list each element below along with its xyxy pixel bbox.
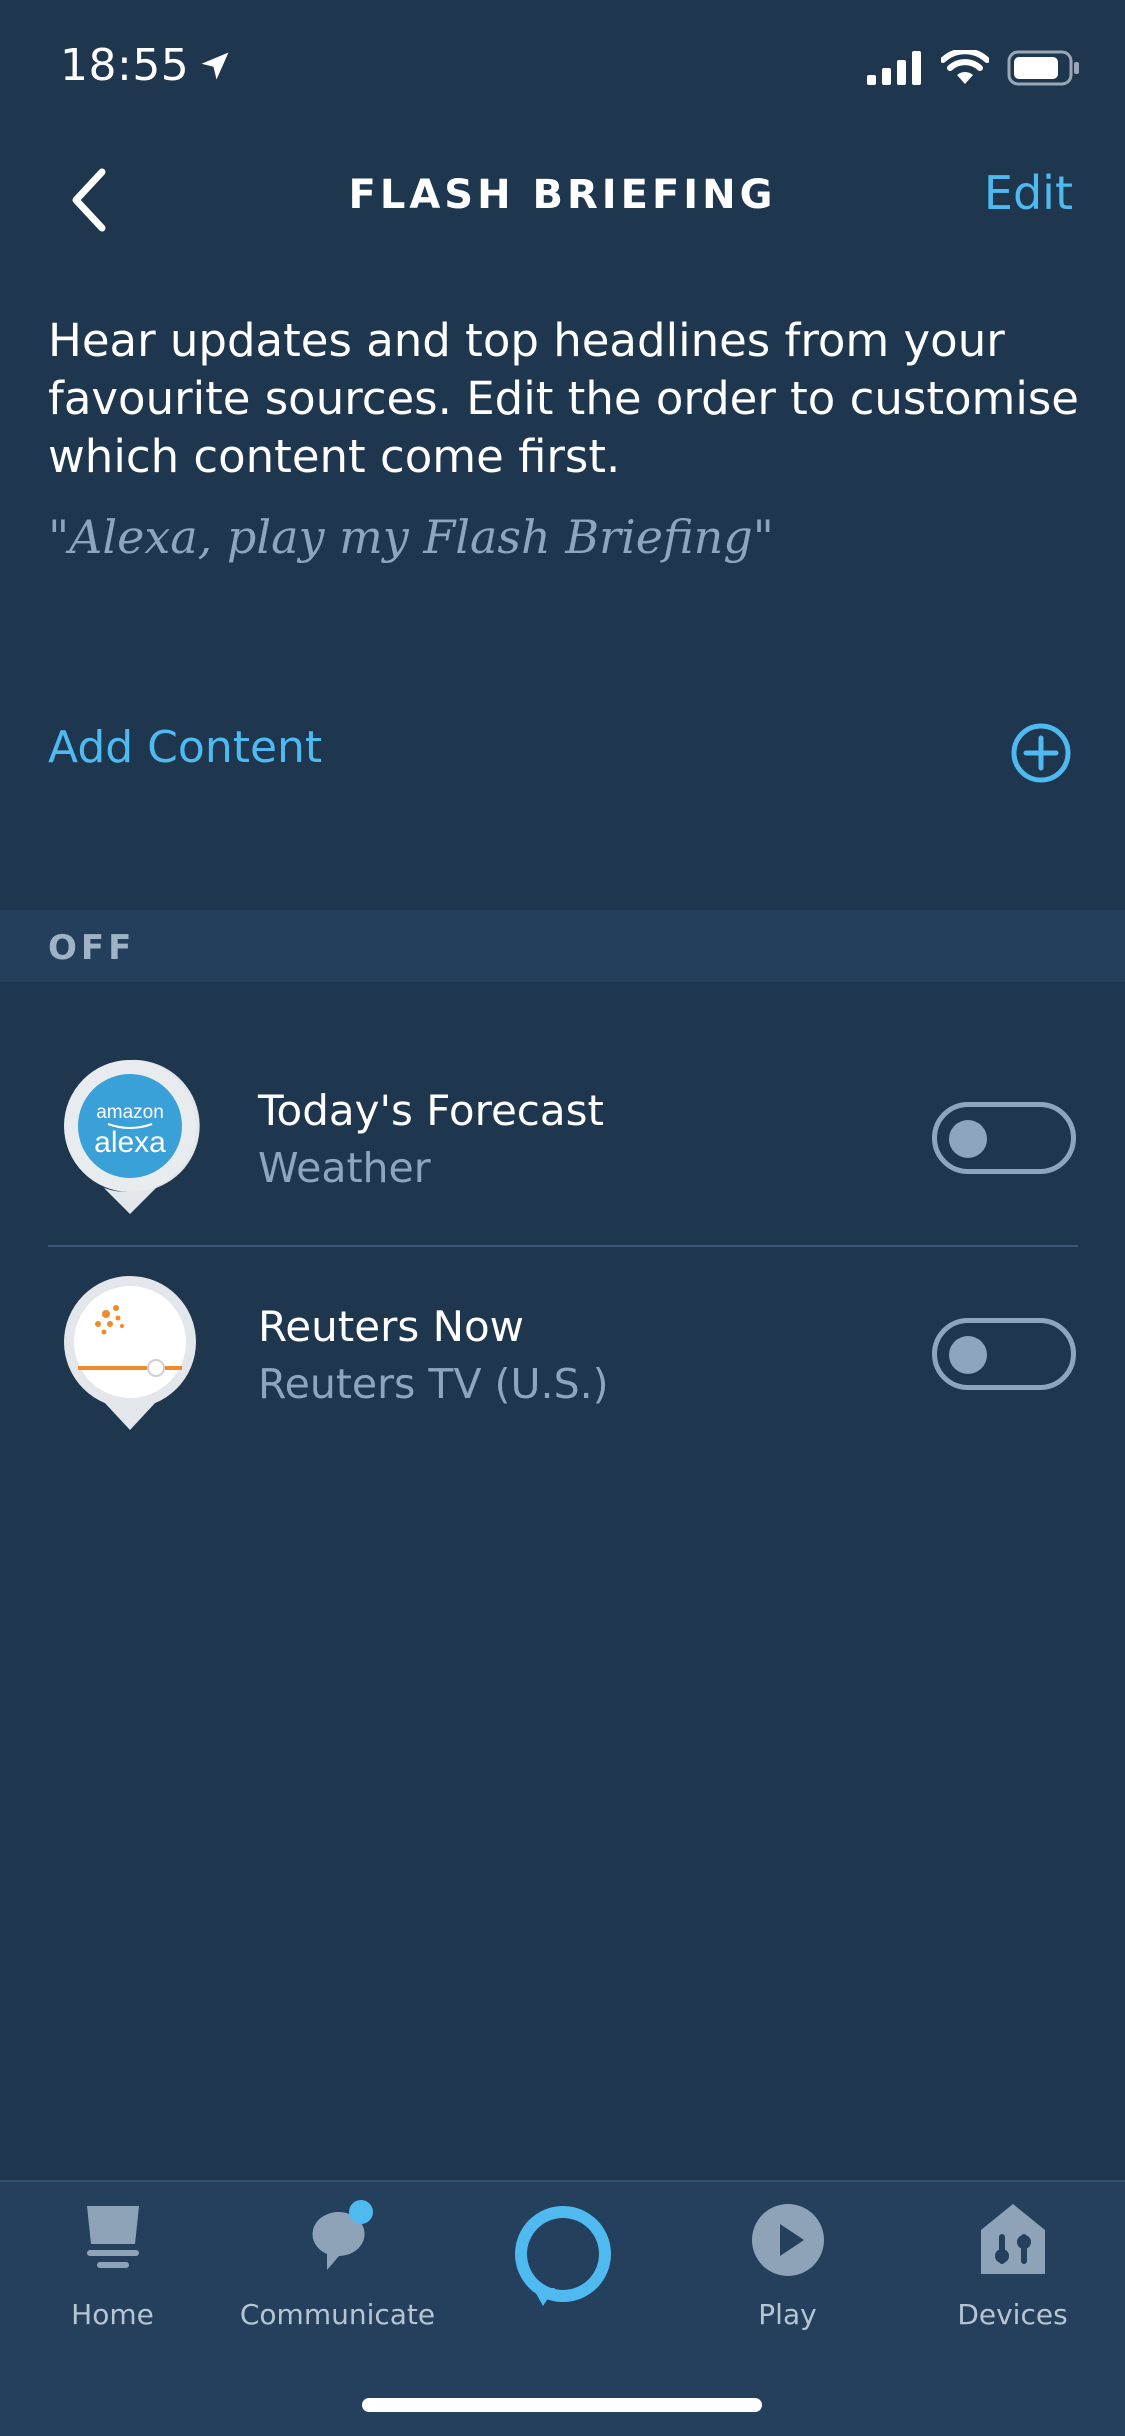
- tab-label: Play: [758, 2298, 817, 2331]
- divider: [48, 1245, 1078, 1247]
- tab-communicate[interactable]: Communicate: [225, 2200, 450, 2331]
- location-arrow-icon: [201, 52, 229, 79]
- list-item[interactable]: amazon alexa Today's Forecast Weather: [0, 1056, 1125, 1272]
- toggle-knob: [949, 1336, 987, 1374]
- tab-label: Devices: [957, 2298, 1068, 2331]
- enable-toggle[interactable]: [932, 1318, 1076, 1390]
- signal-icon: [867, 51, 921, 85]
- tab-label: Home: [71, 2298, 154, 2331]
- status-icons: [867, 50, 1081, 86]
- tab-devices[interactable]: Devices: [900, 2200, 1125, 2331]
- tab-play[interactable]: Play: [675, 2200, 900, 2331]
- item-title: Today's Forecast: [258, 1086, 604, 1135]
- plus-circle-icon[interactable]: [1010, 722, 1072, 784]
- section-header: [0, 910, 1125, 982]
- toggle-knob: [949, 1120, 987, 1158]
- status-time: 18:55: [60, 40, 233, 91]
- tab-label: Communicate: [239, 2298, 436, 2331]
- description-text: Hear updates and top headlines from your…: [48, 314, 1079, 483]
- alexa-ring-icon: [514, 2206, 611, 2306]
- item-source: Weather: [258, 1144, 431, 1192]
- page-title: FLASH BRIEFING: [348, 172, 777, 218]
- list-item[interactable]: Reuters Now Reuters TV (U.S.): [0, 1272, 1125, 1488]
- alexa-button[interactable]: [450, 2196, 675, 2320]
- home-icon: [86, 2206, 139, 2268]
- play-icon: [751, 2204, 824, 2276]
- reuters-logo-icon: [64, 1276, 196, 1430]
- svg-text:amazon: amazon: [96, 1102, 164, 1123]
- enable-toggle[interactable]: [932, 1102, 1076, 1174]
- tab-home[interactable]: Home: [0, 2200, 225, 2331]
- edit-button[interactable]: Edit: [984, 166, 1073, 220]
- voice-command-hint: "Alexa, play my Flash Briefing": [48, 510, 774, 564]
- devices-icon: [980, 2204, 1045, 2274]
- home-indicator: [362, 2398, 762, 2412]
- item-title: Reuters Now: [258, 1302, 525, 1351]
- add-content-link[interactable]: Add Content: [48, 722, 322, 773]
- alexa-logo-icon: amazon alexa: [64, 1059, 200, 1214]
- wifi-icon: [941, 50, 989, 84]
- svg-text:alexa: alexa: [94, 1126, 166, 1159]
- battery-icon: [1007, 50, 1079, 86]
- section-label: OFF: [48, 928, 136, 968]
- item-source: Reuters TV (U.S.): [258, 1360, 609, 1408]
- chat-icon: [312, 2200, 373, 2270]
